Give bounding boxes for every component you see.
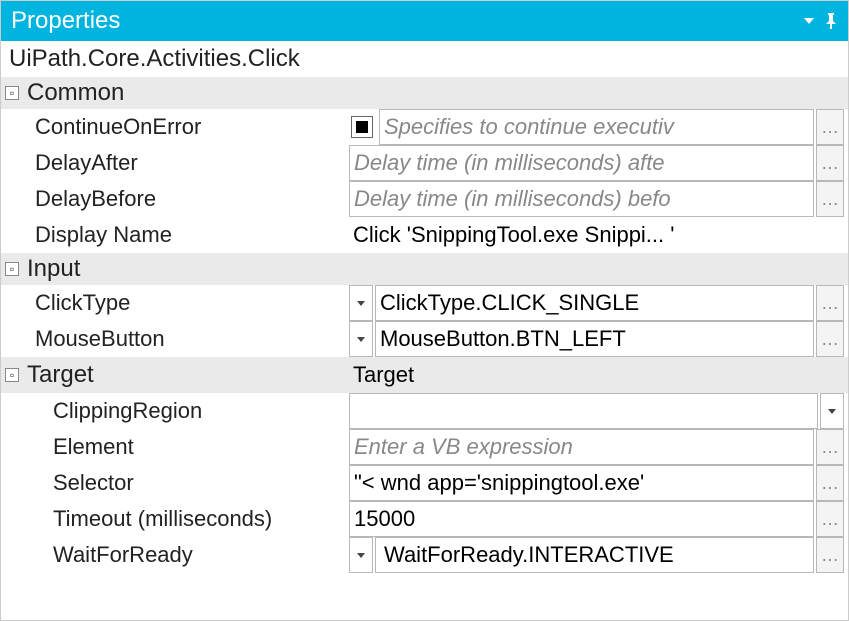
value-target: Target [349, 357, 844, 393]
ellipsis-element[interactable]: … [816, 429, 844, 465]
input-selector[interactable]: "< wnd app='snippingtool.exe' [349, 465, 814, 501]
input-delay-before[interactable]: Delay time (in milliseconds) befo [349, 181, 814, 217]
label-wait-for-ready: WaitForReady [1, 537, 349, 573]
expander-common[interactable]: ▫ [5, 86, 19, 100]
expander-input[interactable]: ▫ [5, 262, 19, 276]
activity-type: UiPath.Core.Activities.Click [1, 41, 848, 77]
expander-target[interactable]: ▫ [5, 368, 19, 382]
ellipsis-mouse-button[interactable]: … [816, 321, 844, 357]
panel-title: Properties [11, 7, 120, 35]
pin-icon[interactable] [824, 13, 838, 29]
dropdown-click-type[interactable] [349, 285, 373, 321]
input-element[interactable]: Enter a VB expression [349, 429, 814, 465]
ellipsis-timeout[interactable]: … [816, 501, 844, 537]
input-clipping-region[interactable] [349, 393, 818, 429]
dropdown-wait-for-ready[interactable] [349, 537, 373, 573]
group-label-common: Common [27, 79, 124, 107]
input-continue-on-error[interactable]: Specifies to continue executiv [379, 109, 814, 145]
label-timeout: Timeout (milliseconds) [1, 501, 349, 537]
label-mouse-button: MouseButton [1, 321, 349, 357]
group-header-input: ▫ Input [1, 253, 848, 285]
label-delay-before: DelayBefore [1, 181, 349, 217]
input-wait-for-ready[interactable]: WaitForReady.INTERACTIVE [375, 537, 814, 573]
label-selector: Selector [1, 465, 349, 501]
ellipsis-delay-after[interactable]: … [816, 145, 844, 181]
group-label-input: Input [27, 255, 80, 283]
ellipsis-delay-before[interactable]: … [816, 181, 844, 217]
group-label-target: Target [27, 361, 94, 389]
input-delay-after[interactable]: Delay time (in milliseconds) afte [349, 145, 814, 181]
input-mouse-button[interactable]: MouseButton.BTN_LEFT [375, 321, 814, 357]
group-header-target: ▫ Target [1, 357, 349, 393]
label-element: Element [1, 429, 349, 465]
label-delay-after: DelayAfter [1, 145, 349, 181]
label-click-type: ClickType [1, 285, 349, 321]
input-display-name[interactable]: Click 'SnippingTool.exe Snippi... ' [349, 217, 844, 253]
ellipsis-click-type[interactable]: … [816, 285, 844, 321]
ellipsis-selector[interactable]: … [816, 465, 844, 501]
label-clipping-region: ClippingRegion [1, 393, 349, 429]
group-header-common: ▫ Common [1, 77, 848, 109]
dropdown-clipping-region[interactable] [820, 393, 844, 429]
input-timeout[interactable]: 15000 [349, 501, 814, 537]
window-position-dropdown-icon[interactable] [804, 18, 814, 24]
ellipsis-wait-for-ready[interactable]: … [816, 537, 844, 573]
dropdown-mouse-button[interactable] [349, 321, 373, 357]
ellipsis-continue-on-error[interactable]: … [816, 109, 844, 145]
checkbox-continue-on-error[interactable] [351, 116, 373, 138]
panel-titlebar: Properties [1, 1, 848, 41]
label-continue-on-error: ContinueOnError [1, 109, 349, 145]
label-display-name: Display Name [1, 217, 349, 253]
input-click-type[interactable]: ClickType.CLICK_SINGLE [375, 285, 814, 321]
